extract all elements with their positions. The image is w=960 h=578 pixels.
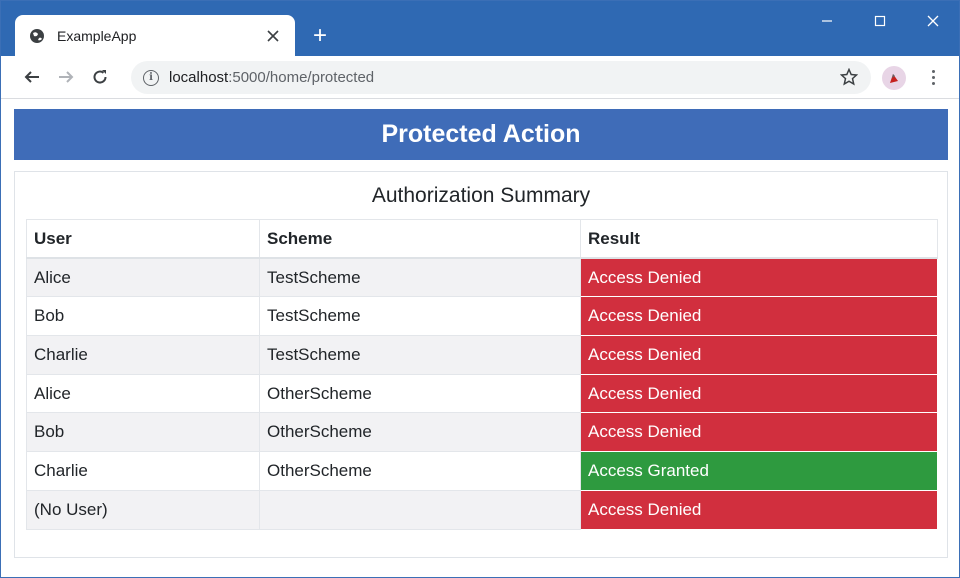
globe-icon [29, 28, 45, 44]
star-icon[interactable] [839, 65, 859, 89]
cell-scheme: TestScheme [259, 296, 581, 337]
title-bar: ExampleApp + [1, 1, 959, 56]
cell-result: Access Denied [580, 296, 938, 337]
cell-result: Access Denied [580, 412, 938, 453]
table-row: Charlie OtherScheme Access Granted [26, 451, 938, 491]
forward-arrow-icon[interactable] [53, 64, 79, 90]
minimize-icon[interactable] [800, 1, 853, 41]
header-result: Result [580, 219, 938, 260]
cell-scheme [259, 489, 581, 530]
cell-user: Charlie [26, 451, 260, 491]
cell-user: Charlie [26, 335, 260, 375]
cell-user: Alice [26, 373, 260, 414]
cell-user: Bob [26, 412, 260, 453]
table-row: Bob OtherScheme Access Denied [26, 412, 938, 453]
cell-result: Access Granted [580, 451, 938, 491]
table-row: Bob TestScheme Access Denied [26, 296, 938, 337]
table-row: Alice OtherScheme Access Denied [26, 373, 938, 414]
cell-scheme: OtherScheme [259, 373, 581, 414]
table-row: Alice TestScheme Access Denied [26, 257, 938, 298]
back-arrow-icon[interactable] [19, 64, 45, 90]
cell-scheme: OtherScheme [259, 412, 581, 453]
header-user: User [26, 219, 260, 260]
browser-window: ExampleApp + i localhost:5000/home/prote… [0, 0, 960, 578]
cell-user: (No User) [26, 489, 260, 530]
cell-result: Access Denied [580, 373, 938, 414]
cell-result: Access Denied [580, 335, 938, 375]
table-body: Alice TestScheme Access Denied Bob TestSchem… [26, 257, 938, 530]
cell-result: Access Denied [580, 489, 938, 530]
cell-user: Bob [26, 296, 260, 337]
summary-title: Authorization Summary [371, 184, 591, 207]
kebab-menu-icon[interactable] [925, 65, 941, 89]
summary-card: Authorization Summary User Scheme Result… [14, 171, 948, 558]
address-bar[interactable]: i localhost:5000/home/protected [131, 61, 871, 94]
tab-title: ExampleApp [57, 27, 137, 44]
cell-scheme: TestScheme [259, 257, 581, 298]
profile-avatar-icon[interactable] [882, 66, 906, 90]
cell-user: Alice [26, 257, 260, 298]
new-tab-button[interactable]: + [307, 22, 333, 49]
window-close-icon[interactable] [906, 1, 959, 41]
page-content: Protected Action Authorization Summary U… [1, 100, 959, 577]
maximize-icon[interactable] [853, 1, 906, 41]
cell-scheme: TestScheme [259, 335, 581, 375]
cell-scheme: OtherScheme [259, 451, 581, 491]
header-scheme: Scheme [259, 219, 581, 260]
browser-tab[interactable]: ExampleApp [15, 15, 295, 56]
table-header-row: User Scheme Result [26, 219, 938, 260]
table-row: (No User) Access Denied [26, 489, 938, 530]
browser-toolbar: i localhost:5000/home/protected [1, 56, 959, 99]
table-row: Charlie TestScheme Access Denied [26, 335, 938, 375]
reload-icon[interactable] [87, 64, 113, 90]
info-icon[interactable]: i [143, 69, 159, 86]
authorization-table: User Scheme Result Alice TestScheme Access… [26, 219, 938, 530]
page-banner: Protected Action [14, 109, 948, 160]
cell-result: Access Denied [580, 257, 938, 298]
close-icon[interactable] [263, 26, 283, 46]
url-host: localhost [169, 69, 229, 86]
url-text: localhost:5000/home/protected [169, 69, 374, 86]
url-path: :5000/home/protected [228, 69, 375, 86]
window-controls [800, 1, 959, 41]
